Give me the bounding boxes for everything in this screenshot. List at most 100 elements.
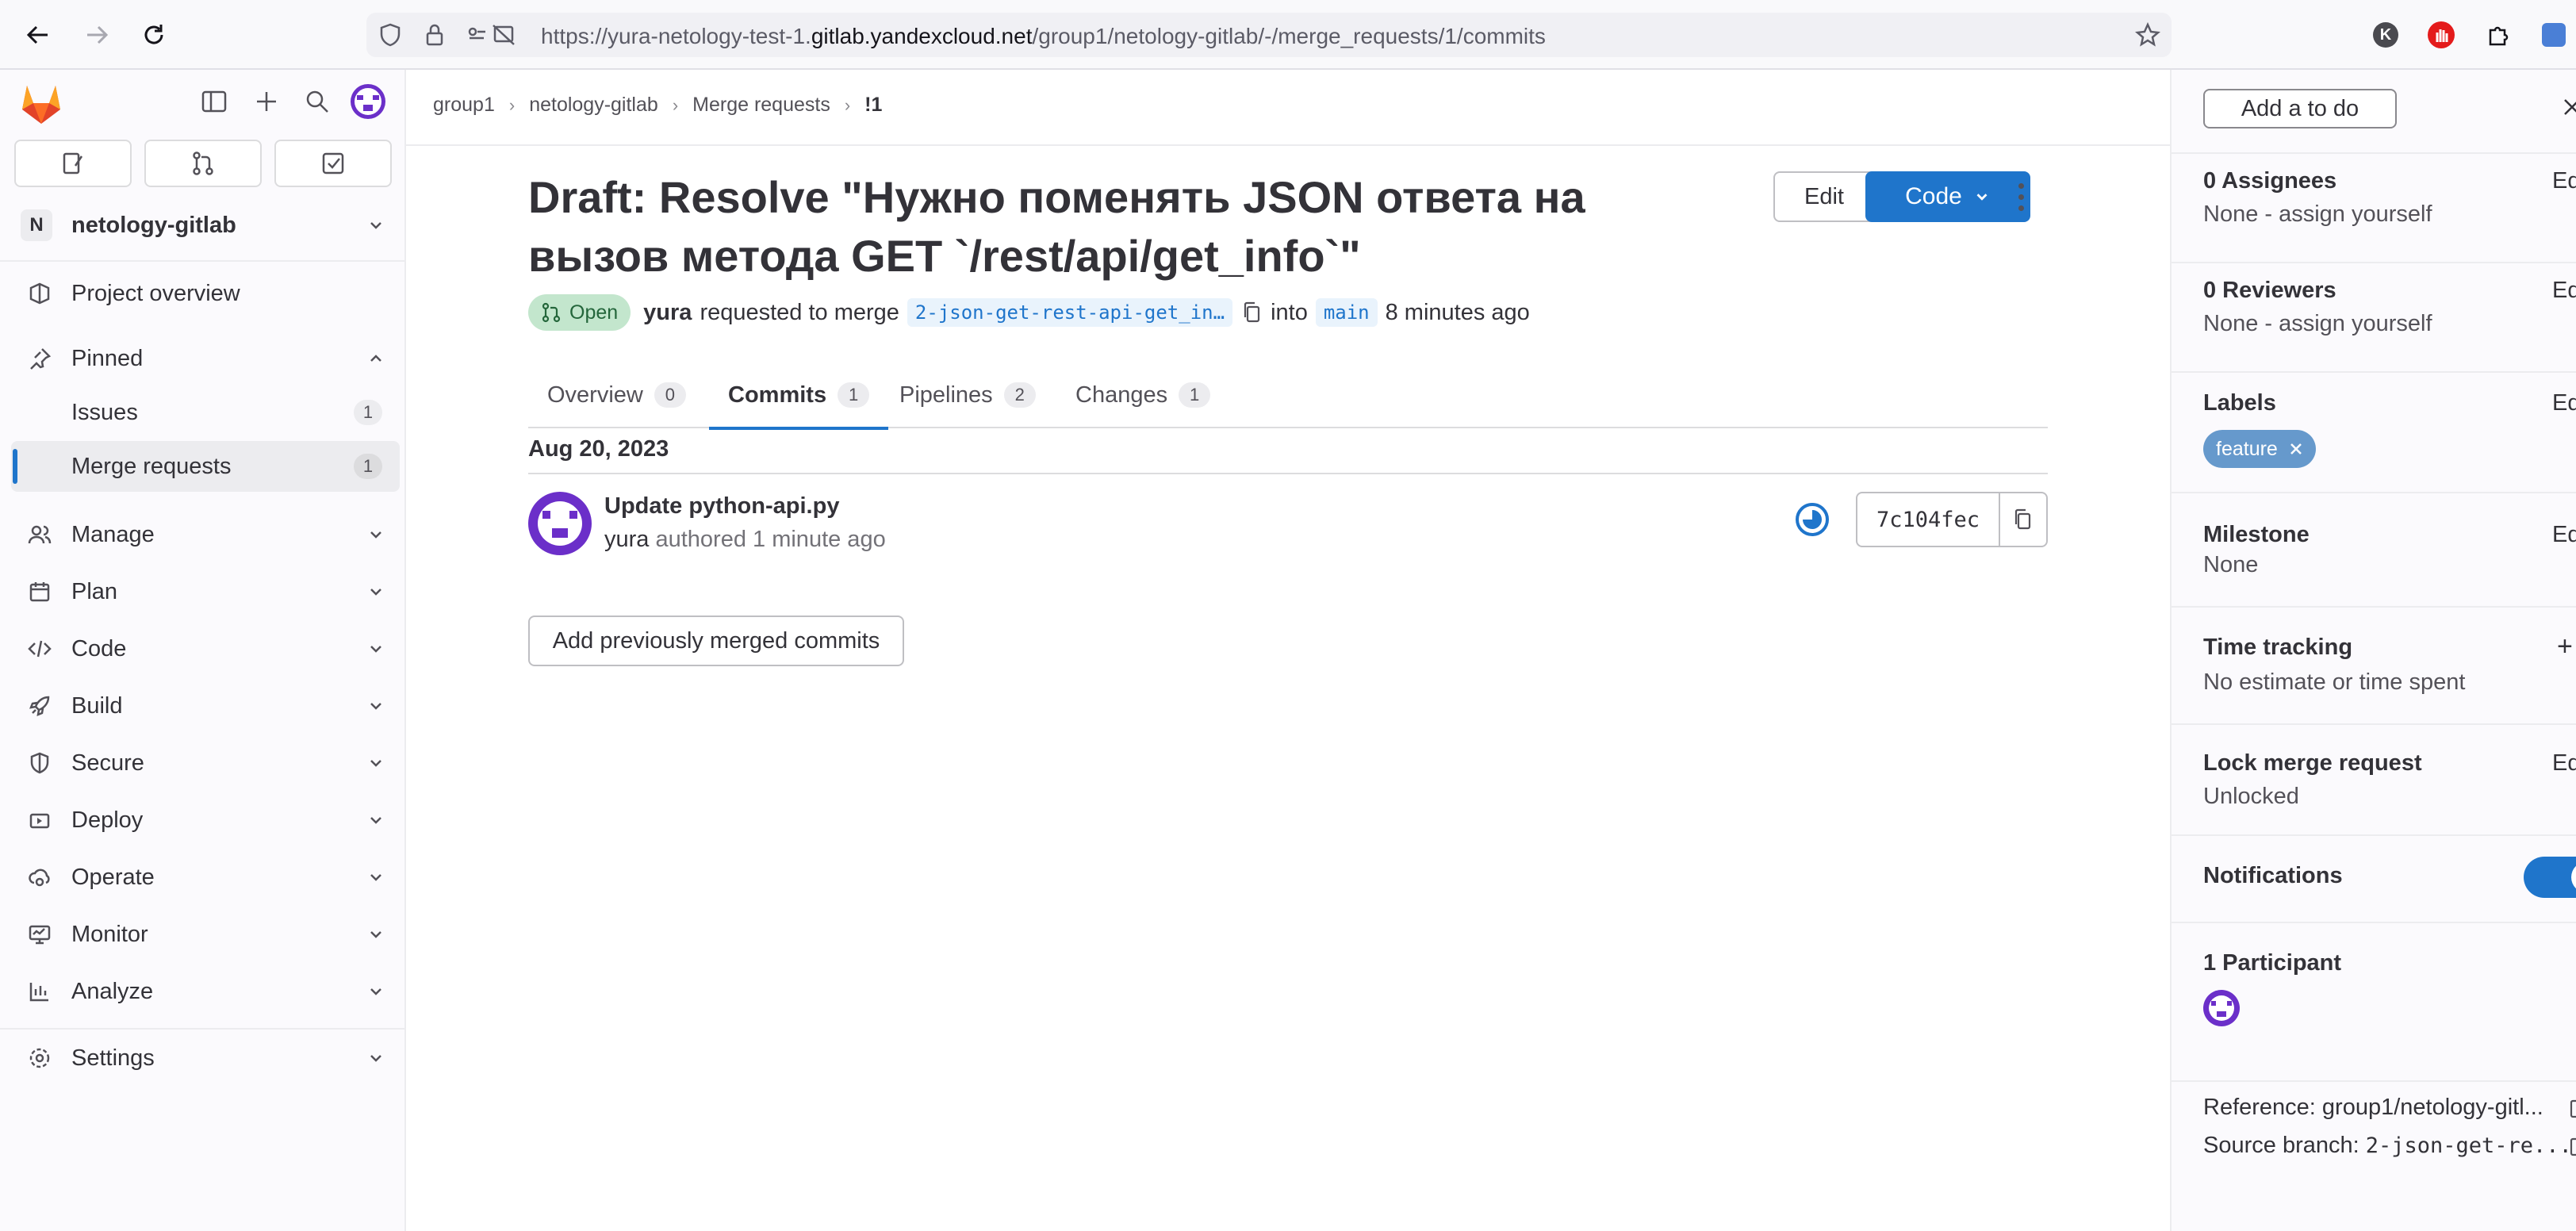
- sidebar-item-monitor[interactable]: Monitor: [11, 909, 400, 960]
- more-actions-icon[interactable]: [2005, 174, 2037, 219]
- tab-label: Changes: [1075, 382, 1168, 408]
- commit-author[interactable]: yura: [604, 527, 649, 552]
- translate-icon[interactable]: [2535, 16, 2573, 54]
- reload-icon[interactable]: [135, 16, 173, 54]
- sidebar-item-pinned[interactable]: Pinned: [11, 333, 400, 384]
- status-badge: Open: [528, 294, 631, 331]
- lock-title: Lock merge request: [2203, 750, 2422, 776]
- sidebar-item-project-overview[interactable]: Project overview: [11, 268, 400, 319]
- tab-commits[interactable]: Commits 1: [709, 362, 889, 430]
- participant-avatar[interactable]: [2203, 990, 2240, 1026]
- sidebar-item-issues[interactable]: Issues 1: [11, 387, 400, 438]
- chevron-down-icon: [370, 703, 381, 710]
- target-branch-link[interactable]: main: [1315, 298, 1378, 327]
- extension-hand-icon[interactable]: [2422, 16, 2460, 54]
- add-previously-merged-commits-button[interactable]: Add previously merged commits: [528, 616, 904, 666]
- extension-k-icon[interactable]: K: [2367, 16, 2405, 54]
- labels-edit-button[interactable]: Ed: [2552, 390, 2576, 416]
- project-icon: [25, 279, 54, 308]
- address-bar[interactable]: https://yura-netology-test-1.gitlab.yand…: [366, 13, 2172, 57]
- chevron-down-icon: [370, 817, 381, 824]
- chevron-down-icon: [370, 874, 381, 881]
- sidebar-item-label: Merge requests: [71, 453, 232, 479]
- breadcrumb-item[interactable]: group1: [433, 94, 495, 117]
- requested-text: requested to merge: [700, 299, 899, 325]
- source-branch-value: 2-json-get-re...: [2365, 1133, 2572, 1158]
- project-selector[interactable]: N netology-gitlab: [11, 200, 400, 251]
- tab-pipelines[interactable]: Pipelines 2: [880, 362, 1055, 428]
- tab-label: Commits: [728, 382, 827, 408]
- copy-branch-icon[interactable]: [2566, 1134, 2576, 1162]
- extensions-puzzle-icon[interactable]: [2479, 16, 2517, 54]
- sidebar-toggle-icon[interactable]: [200, 87, 228, 120]
- remove-label-icon[interactable]: [2289, 442, 2303, 456]
- notifications-title: Notifications: [2203, 863, 2343, 888]
- reviewers-edit-button[interactable]: Ed: [2552, 278, 2576, 304]
- permissions-icon[interactable]: [466, 22, 517, 52]
- tab-overview[interactable]: Overview 0: [528, 362, 705, 428]
- gitlab-logo-icon[interactable]: [19, 82, 63, 129]
- todo-list-button[interactable]: [274, 140, 392, 187]
- chevron-up-icon: [370, 355, 381, 362]
- add-todo-button[interactable]: Add a to do: [2203, 89, 2397, 128]
- pipeline-running-icon[interactable]: [1794, 501, 1830, 538]
- cloud-gear-icon: [25, 863, 54, 892]
- copy-sha-button[interactable]: [2000, 493, 2046, 546]
- sidebar-item-label: Code: [71, 635, 127, 662]
- sidebar-item-code[interactable]: Code: [11, 623, 400, 674]
- participants-title: 1 Participant: [2203, 950, 2342, 976]
- sidebar-item-deploy[interactable]: Deploy: [11, 795, 400, 846]
- lock-icon[interactable]: [422, 22, 447, 52]
- back-arrow-icon[interactable]: [19, 16, 57, 54]
- search-icon[interactable]: [303, 87, 332, 120]
- time-tracking-section: Time tracking No estimate or time spent …: [2172, 608, 2576, 725]
- sidebar-item-build[interactable]: Build: [11, 681, 400, 731]
- shield-icon[interactable]: [378, 22, 403, 52]
- gear-icon: [25, 1044, 54, 1072]
- sidebar-item-merge-requests[interactable]: Merge requests 1: [11, 441, 400, 492]
- sidebar-item-analyze[interactable]: Analyze: [11, 966, 400, 1017]
- assign-yourself-link[interactable]: None - assign yourself: [2203, 201, 2432, 228]
- sidebar-item-secure[interactable]: Secure: [11, 738, 400, 788]
- sidebar-item-label: Manage: [71, 521, 155, 547]
- notifications-toggle[interactable]: [2524, 857, 2576, 898]
- assigned-issues-button[interactable]: [14, 140, 132, 187]
- commit-author-avatar[interactable]: [528, 492, 592, 555]
- source-branch-link[interactable]: 2-json-get-rest-api-get_in…: [907, 298, 1233, 327]
- copy-reference-icon[interactable]: [2566, 1096, 2576, 1124]
- commit-date-header: Aug 20, 2023: [528, 436, 669, 462]
- breadcrumb-item[interactable]: Merge requests: [692, 94, 830, 117]
- reference-text: Reference: group1/netology-gitl...: [2203, 1095, 2543, 1120]
- bookmark-star-icon[interactable]: [2135, 21, 2160, 52]
- forward-arrow-icon[interactable]: [78, 16, 116, 54]
- mr-author[interactable]: yura: [643, 300, 692, 326]
- add-time-button[interactable]: +: [2557, 631, 2573, 662]
- sidebar-item-plan[interactable]: Plan: [11, 566, 400, 617]
- commit-title-link[interactable]: Update python-api.py: [604, 493, 839, 520]
- label-chip[interactable]: feature: [2203, 430, 2316, 468]
- copy-icon[interactable]: [1240, 301, 1264, 324]
- sidebar-item-manage[interactable]: Manage: [11, 509, 400, 560]
- assignees-edit-button[interactable]: Ed: [2552, 168, 2576, 194]
- reviewers-section: 0 Reviewers None - assign yourself Ed: [2172, 263, 2576, 373]
- edit-button[interactable]: Edit: [1773, 171, 1875, 222]
- tab-label: Overview: [547, 382, 643, 408]
- tab-changes[interactable]: Changes 1: [1056, 362, 1229, 428]
- close-icon[interactable]: [2560, 95, 2576, 123]
- assign-yourself-reviewer-link[interactable]: None - assign yourself: [2203, 311, 2432, 337]
- breadcrumb-item[interactable]: netology-gitlab: [529, 94, 658, 117]
- merge-requests-button[interactable]: [144, 140, 262, 187]
- page-title: Draft: Resolve "Нужно поменять JSON отве…: [528, 172, 1585, 281]
- commit-author-line: yura authored 1 minute ago: [604, 527, 886, 553]
- breadcrumb-current[interactable]: !1: [864, 94, 882, 117]
- commit-sha-link[interactable]: 7c104fec: [1857, 493, 2000, 546]
- sidebar-item-label: Build: [71, 692, 123, 719]
- lock-edit-button[interactable]: Ed: [2552, 750, 2576, 777]
- sidebar-item-operate[interactable]: Operate: [11, 852, 400, 903]
- sidebar-item-settings[interactable]: Settings: [11, 1033, 400, 1083]
- sidebar-item-label: Plan: [71, 578, 118, 604]
- user-avatar[interactable]: [351, 84, 385, 119]
- milestone-edit-button[interactable]: Ed: [2552, 522, 2576, 548]
- plus-icon[interactable]: [252, 87, 281, 120]
- lock-value: Unlocked: [2203, 784, 2299, 809]
